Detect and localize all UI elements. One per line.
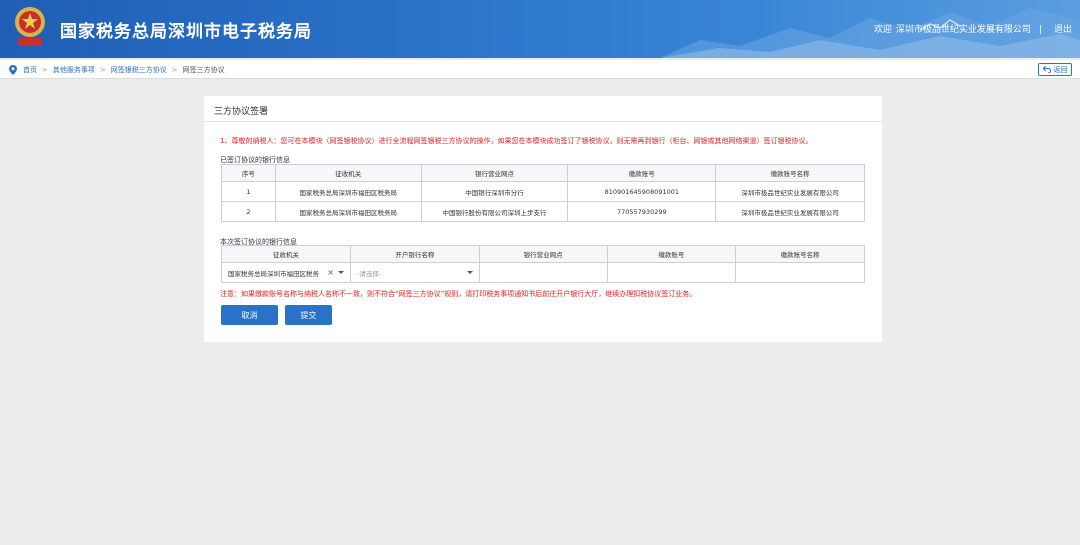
col-header-index: 序号 — [221, 164, 276, 182]
location-icon — [9, 65, 17, 75]
user-area: 欢迎 深圳市极品世纪实业发展有限公司 | 退出 — [870, 22, 1072, 35]
table-row: 2 国家税务总局深圳市福田区税务局 中国银行股份有限公司深圳上步支行 77055… — [221, 201, 865, 222]
cell-account-name: 深圳市极品世纪实业发展有限公司 — [715, 181, 865, 202]
panel-divider — [204, 121, 882, 122]
table-row: 国家税务总局深圳市福田区税务 × -请选择- — [221, 262, 865, 283]
col-header-bank-branch: 银行营业网点 — [420, 164, 569, 182]
tax-office-select[interactable]: 国家税务总局深圳市福田区税务 × — [221, 262, 351, 283]
breadcrumb-arrow: > — [171, 66, 178, 74]
cell-tax-office: 国家税务总局深圳市福田区税务局 — [274, 201, 422, 222]
breadcrumb-home[interactable]: 首页 — [23, 65, 37, 75]
bank-branch-field[interactable] — [478, 262, 608, 283]
breadcrumb: 首页 > 其他服务事项 > 网签银税三方协议 > 网签三方协议 — [9, 65, 225, 75]
breadcrumb-bar: 首页 > 其他服务事项 > 网签银税三方协议 > 网签三方协议 返回 — [0, 60, 1080, 79]
warning-text: 注意：如果缴款账号名称与纳税人名称不一致，则不符合“网签三方协议”规则，请打印税… — [220, 290, 697, 298]
tax-office-value: 国家税务总局深圳市福田区税务 — [228, 269, 319, 278]
col-header-bank-branch: 银行营业网点 — [478, 245, 608, 263]
agreement-panel: 三方协议签署 1、尊敬的纳税人：您可在本模块（网签银税协议）进行全流程网签银税三… — [204, 96, 882, 342]
bank-name-select[interactable]: -请选择- — [349, 262, 480, 283]
site-title: 国家税务总局深圳市电子税务局 — [60, 22, 312, 42]
cell-index: 1 — [221, 181, 276, 202]
top-header: 国家税务总局深圳市电子税务局 欢迎 深圳市极品世纪实业发展有限公司 | 退出 — [0, 0, 1080, 58]
col-header-account-name: 缴款账号名称 — [715, 164, 865, 182]
col-header-tax-office: 征收机关 — [274, 164, 422, 182]
back-button[interactable]: 返回 — [1038, 63, 1072, 76]
breadcrumb-current: 网签三方协议 — [182, 66, 225, 74]
clear-icon[interactable]: × — [327, 268, 334, 277]
breadcrumb-arrow: > — [42, 66, 48, 74]
col-header-tax-office: 征收机关 — [221, 245, 351, 263]
back-label: 返回 — [1053, 65, 1068, 74]
cancel-button[interactable]: 取消 — [221, 305, 278, 325]
table-header-row: 征收机关 开户银行名称 银行营业网点 缴款账号 缴款账号名称 — [221, 245, 865, 263]
company-name: 深圳市极品世纪实业发展有限公司 — [895, 25, 1031, 35]
dropdown-icon — [466, 271, 473, 274]
panel-title: 三方协议签署 — [214, 107, 269, 117]
header-separator: | — [1038, 25, 1042, 35]
cell-account-name: 深圳市极品世纪实业发展有限公司 — [715, 201, 865, 222]
col-header-account: 缴款账号 — [606, 245, 737, 263]
table-row: 1 国家税务总局深圳市福田区税务局 中国银行深圳市分行 810901645908… — [221, 181, 865, 202]
breadcrumb-other-services[interactable]: 其他服务事项 — [53, 65, 95, 75]
back-icon — [1042, 66, 1051, 73]
col-header-account: 缴款账号 — [567, 164, 717, 182]
col-header-bank-name: 开户银行名称 — [349, 245, 480, 263]
new-bank-table: 征收机关 开户银行名称 银行营业网点 缴款账号 缴款账号名称 国家税务总局深圳市… — [221, 245, 865, 283]
cell-account: 810901645908091001 — [567, 181, 717, 202]
logout-link[interactable]: 退出 — [1054, 25, 1072, 35]
cell-bank-branch: 中国银行股份有限公司深圳上步支行 — [420, 201, 569, 222]
submit-button[interactable]: 提交 — [285, 305, 332, 325]
signed-banks-table: 序号 征收机关 银行营业网点 缴款账号 缴款账号名称 1 国家税务总局深圳市福田… — [221, 164, 865, 222]
breadcrumb-arrow: > — [99, 66, 106, 74]
col-header-account-name: 缴款账号名称 — [735, 245, 865, 263]
cell-bank-branch: 中国银行深圳市分行 — [420, 181, 569, 202]
emblem-icon — [15, 7, 45, 46]
dropdown-icon — [337, 271, 344, 274]
cell-index: 2 — [221, 201, 276, 222]
cell-tax-office: 国家税务总局深圳市福田区税务局 — [274, 181, 422, 202]
table-header-row: 序号 征收机关 银行营业网点 缴款账号 缴款账号名称 — [221, 164, 865, 182]
welcome-text: 欢迎 — [873, 25, 892, 35]
notice-text: 1、尊敬的纳税人：您可在本模块（网签银税协议）进行全流程网签银税三方协议的操作，… — [220, 137, 813, 145]
account-name-field[interactable] — [735, 262, 865, 283]
bank-name-placeholder: -请选择- — [356, 269, 382, 278]
account-field[interactable] — [606, 262, 737, 283]
breadcrumb-tripartite[interactable]: 网签银税三方协议 — [111, 65, 167, 75]
cell-account: 770557930299 — [567, 201, 717, 222]
